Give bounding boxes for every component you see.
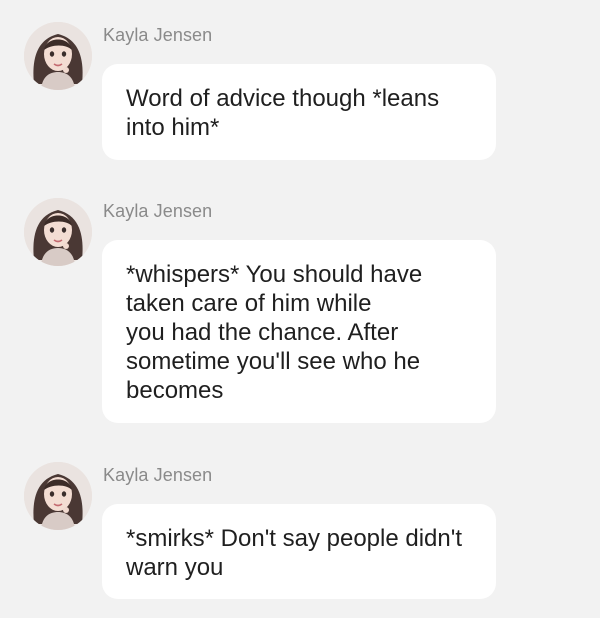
- message-text-line: becomes: [126, 377, 224, 404]
- woman-avatar-icon: [24, 462, 92, 530]
- message-text-line: warn you: [126, 554, 224, 581]
- message-text-line: you had the chance. After: [126, 319, 399, 346]
- woman-avatar-icon: [24, 22, 92, 90]
- message-text-line: *whispers* You should have: [126, 261, 423, 288]
- message-bubble: Word of advice though *leans into him*: [102, 64, 496, 160]
- woman-avatar-icon: [24, 198, 92, 266]
- message-bubble: *smirks* Don't say people didn't warn yo…: [102, 504, 496, 599]
- sender-name: Kayla Jensen: [103, 465, 213, 485]
- message-text-line: sometime you'll see who he: [126, 348, 421, 375]
- message-text-line: taken care of him while: [126, 290, 372, 317]
- sender-name: Kayla Jensen: [103, 201, 213, 221]
- chat-thread: Kayla Jensen Word of advice though *lean…: [0, 0, 600, 618]
- avatar[interactable]: [24, 462, 92, 530]
- avatar[interactable]: [24, 22, 92, 90]
- avatar[interactable]: [24, 198, 92, 266]
- message-text-line: Word of advice though *leans: [126, 85, 440, 112]
- sender-name: Kayla Jensen: [103, 25, 213, 45]
- message-text-line: into him*: [126, 114, 220, 141]
- message-text-line: *smirks* Don't say people didn't: [126, 525, 462, 552]
- message-bubble: *whispers* You should have taken care of…: [102, 240, 496, 423]
